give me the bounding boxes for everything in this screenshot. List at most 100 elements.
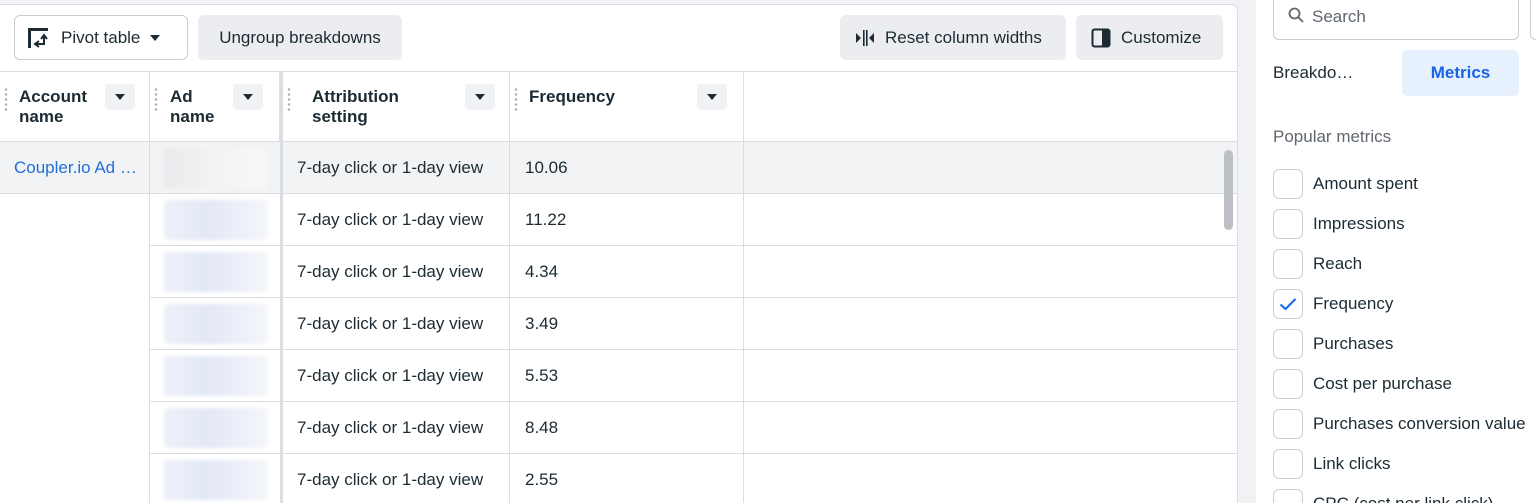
attribution-cell: 7-day click or 1-day view: [297, 210, 484, 229]
panel-toggle-icon: [1091, 28, 1111, 48]
frequency-cell: 5.53: [525, 366, 559, 385]
drag-handle-icon[interactable]: [287, 87, 291, 111]
metric-checkbox-reach[interactable]: Reach: [1273, 248, 1362, 280]
table-toolbar: Pivot table Ungroup breakdowns Reset col…: [0, 5, 1237, 71]
drag-handle-icon[interactable]: [154, 87, 158, 111]
attribution-cell: 7-day click or 1-day view: [297, 418, 484, 437]
column-menu-button[interactable]: [233, 84, 263, 110]
column-menu-button[interactable]: [465, 84, 495, 110]
frequency-cell: 4.34: [525, 262, 559, 281]
tab-breakdowns[interactable]: Breakdo…: [1273, 50, 1393, 96]
table-row[interactable]: 7-day click or 1-day view 8.48: [150, 402, 1237, 454]
drag-handle-icon[interactable]: [514, 87, 518, 111]
ad-name-cell-redacted: [150, 402, 280, 454]
table-row[interactable]: 7-day click or 1-day view 3.49: [150, 298, 1237, 350]
reset-column-widths-label: Reset column widths: [885, 27, 1042, 47]
ad-name-cell-redacted: [150, 142, 280, 194]
column-header-ad-name[interactable]: Ad name: [150, 72, 280, 142]
ad-name-cell-redacted: [150, 246, 280, 298]
metric-checkbox-cpc[interactable]: CPC (cost per link click): [1273, 488, 1493, 503]
metric-checkbox-amount-spent[interactable]: Amount spent: [1273, 168, 1418, 200]
ungroup-breakdowns-button[interactable]: Ungroup breakdowns: [198, 15, 402, 60]
pivot-table-icon: [27, 27, 49, 49]
caret-down-icon: [243, 94, 253, 100]
metric-label: Purchases conversion value: [1313, 414, 1526, 433]
column-divider: [149, 72, 150, 503]
metric-checkbox-purchases[interactable]: Purchases: [1273, 328, 1393, 360]
vertical-scrollbar[interactable]: [1224, 150, 1233, 230]
checkbox-checked[interactable]: [1273, 289, 1303, 319]
column-menu-button[interactable]: [105, 84, 135, 110]
column-header-account-name[interactable]: Account name: [0, 72, 150, 142]
caret-down-icon: [707, 94, 717, 100]
ad-name-cell-redacted: [150, 194, 280, 246]
checkbox[interactable]: [1273, 489, 1303, 503]
checkbox[interactable]: [1273, 249, 1303, 279]
column-label-line1: Frequency: [529, 87, 615, 106]
metric-checkbox-cost-per-purchase[interactable]: Cost per purchase: [1273, 368, 1452, 400]
caret-down-icon: [150, 34, 161, 41]
metric-checkbox-purchases-conversion-value[interactable]: Purchases conversion value: [1273, 408, 1526, 440]
ad-name-cell-redacted: [150, 454, 280, 503]
column-header-attribution-setting[interactable]: Attribution setting: [283, 72, 510, 142]
metric-label: Reach: [1313, 254, 1363, 273]
caret-down-icon: [475, 94, 485, 100]
frequency-cell: 8.48: [525, 418, 559, 437]
frozen-column-divider[interactable]: [280, 72, 283, 503]
metric-label: Link clicks: [1313, 454, 1391, 473]
table-row[interactable]: 7-day click or 1-day view 5.53: [150, 350, 1237, 402]
column-label-line1: Attribution: [312, 87, 399, 106]
column-divider: [509, 72, 510, 503]
attribution-cell: 7-day click or 1-day view: [297, 470, 484, 489]
table-row[interactable]: 7-day click or 1-day view 11.22: [150, 194, 1237, 246]
frequency-cell: 10.06: [525, 158, 568, 177]
checkbox[interactable]: [1273, 329, 1303, 359]
checkmark-icon: [1279, 298, 1297, 311]
search-icon: [1288, 7, 1304, 28]
drag-handle-icon[interactable]: [4, 87, 8, 111]
metric-checkbox-link-clicks[interactable]: Link clicks: [1273, 448, 1390, 480]
metric-label: Amount spent: [1313, 174, 1418, 193]
checkbox[interactable]: [1273, 209, 1303, 239]
table-row[interactable]: 7-day click or 1-day view 4.34: [150, 246, 1237, 298]
metric-label: Impressions: [1313, 214, 1405, 233]
panel-edge-control[interactable]: [1530, 0, 1536, 40]
reset-column-widths-button[interactable]: Reset column widths: [840, 15, 1066, 60]
metrics-search-input[interactable]: Search: [1273, 0, 1519, 40]
table-row[interactable]: 7-day click or 1-day view 2.55: [150, 454, 1237, 503]
ad-name-cell-redacted: [150, 350, 280, 402]
metric-checkbox-impressions[interactable]: Impressions: [1273, 208, 1405, 240]
checkbox[interactable]: [1273, 169, 1303, 199]
report-table-panel: Pivot table Ungroup breakdowns Reset col…: [0, 4, 1238, 503]
checkbox[interactable]: [1273, 369, 1303, 399]
search-placeholder: Search: [1312, 7, 1366, 26]
column-divider: [743, 72, 744, 503]
pivot-table-label: Pivot table: [61, 27, 141, 47]
checkbox[interactable]: [1273, 449, 1303, 479]
attribution-cell: 7-day click or 1-day view: [297, 262, 484, 281]
column-label-line2: name: [170, 107, 215, 126]
frequency-cell: 3.49: [525, 314, 559, 333]
table-row[interactable]: Coupler.io Ad … 7-day click or 1-day vie…: [0, 142, 1237, 194]
column-header-frequency[interactable]: Frequency: [510, 72, 744, 142]
section-title: Popular metrics: [1273, 127, 1392, 146]
metric-checkbox-frequency[interactable]: Frequency: [1273, 288, 1393, 320]
checkbox[interactable]: [1273, 409, 1303, 439]
column-label-line1: Account: [19, 87, 87, 106]
attribution-cell: 7-day click or 1-day view: [297, 366, 484, 385]
customize-label: Customize: [1121, 27, 1202, 47]
account-name-link[interactable]: Coupler.io Ad …: [14, 142, 144, 194]
customize-side-panel: Search Breakdo… Metrics Popular metrics …: [1256, 0, 1536, 503]
metric-label: Frequency: [1313, 294, 1394, 313]
column-menu-button[interactable]: [697, 84, 727, 110]
metric-label: CPC (cost per link click): [1313, 494, 1493, 503]
column-label-line1: Ad: [170, 87, 193, 106]
column-resize-icon: [855, 29, 875, 47]
tab-metrics[interactable]: Metrics: [1402, 50, 1519, 96]
pivot-table-dropdown[interactable]: Pivot table: [14, 15, 188, 60]
customize-button[interactable]: Customize: [1076, 15, 1223, 60]
column-label-line2: name: [19, 107, 64, 126]
frequency-cell: 2.55: [525, 470, 559, 489]
caret-down-icon: [115, 94, 125, 100]
frequency-cell: 11.22: [525, 210, 567, 229]
